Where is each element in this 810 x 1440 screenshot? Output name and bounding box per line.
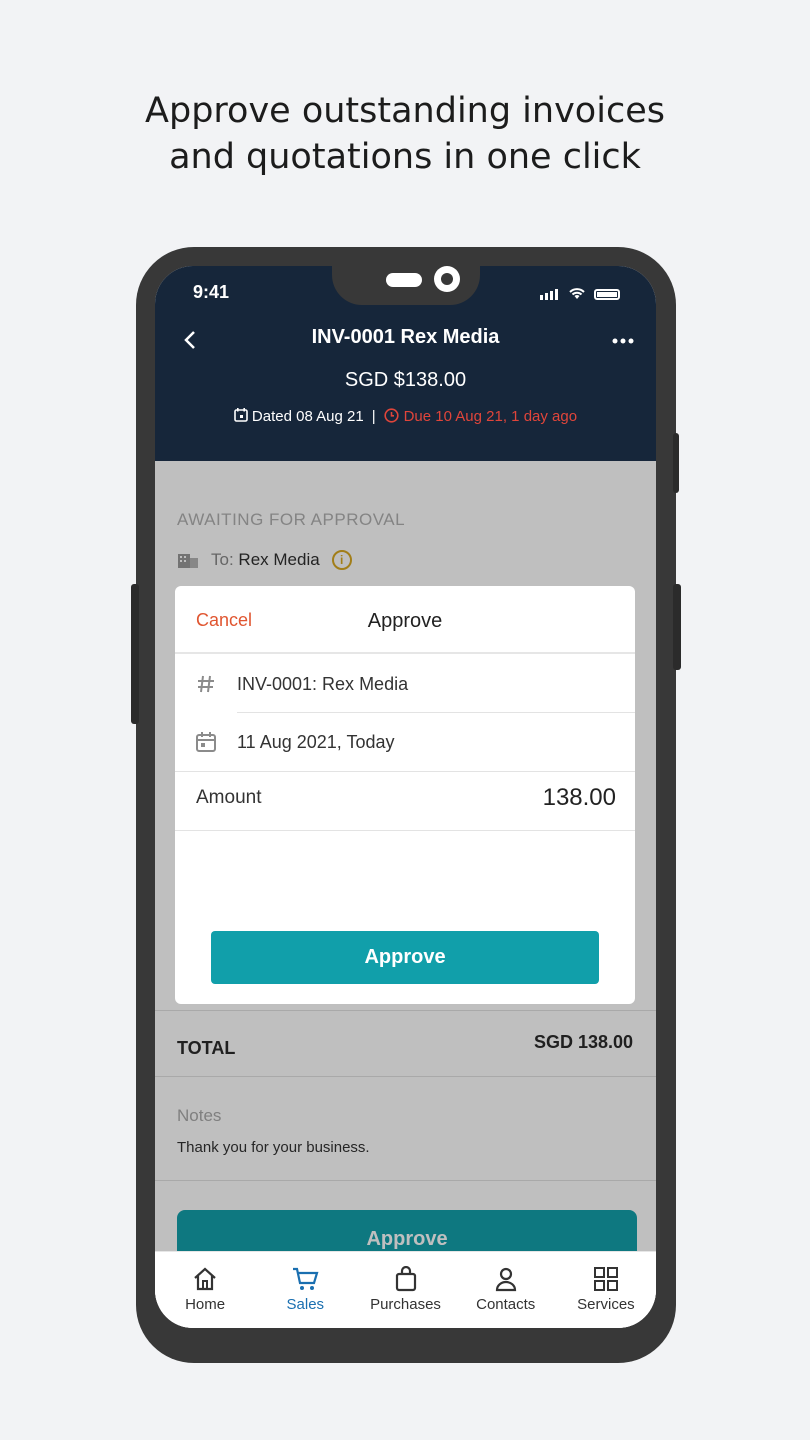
tab-purchases[interactable]: Purchases [355,1252,455,1328]
tab-contacts[interactable]: Contacts [456,1252,556,1328]
invoice-dates: Dated 08 Aug 21 | Due 10 Aug 21, 1 day ag… [155,408,656,425]
home-icon [194,1267,216,1291]
cart-icon [293,1267,319,1290]
more-options-button[interactable] [612,320,634,351]
dialog-header: Cancel Approve [175,586,635,654]
tab-contacts-label: Contacts [476,1296,536,1313]
dates-separator: | [371,408,376,425]
more-dots-icon [612,338,634,344]
dialog-title: Approve [367,610,443,632]
battery-icon [594,289,620,300]
date-row[interactable]: 11 Aug 2021, Today [175,713,635,771]
reference-row: INV-0001: Rex Media [175,655,635,713]
marketing-headline: Approve outstanding invoices and quotati… [0,88,810,180]
clock-icon [383,408,399,423]
phone-side-button-right [673,584,681,670]
camera-icon [434,266,460,292]
phone-screen: 9:41 INV-0001 Rex Media SGD $138.00 Date… [155,266,656,1328]
bottom-tab-bar: Home Sales Purchases Contacts Services [155,1251,656,1328]
due-text: Due 10 Aug 21, 1 day ago [403,408,578,425]
speaker-icon [386,273,422,287]
tab-home-label: Home [185,1296,226,1313]
phone-side-button-right-top [673,433,679,493]
divider [175,771,635,772]
date-text: 11 Aug 2021, Today [237,731,395,752]
reference-text: INV-0001: Rex Media [237,673,409,694]
divider [175,830,635,831]
signal-icon [540,282,560,300]
hash-icon [175,674,237,694]
tab-sales-label: Sales [286,1296,325,1313]
tab-services[interactable]: Services [556,1252,656,1328]
calendar-icon [175,731,237,753]
headline-line-2: and quotations in one click [169,137,641,177]
tab-home[interactable]: Home [155,1252,255,1328]
calendar-icon [234,408,248,422]
bag-icon [395,1266,416,1292]
invoice-amount: SGD $138.00 [344,369,467,391]
amount-label: Amount [196,787,262,808]
phone-side-button-left [131,584,139,724]
status-icons [540,282,620,300]
tab-sales[interactable]: Sales [255,1252,355,1328]
amount-row[interactable]: Amount 138.00 [196,784,616,812]
grid-icon [593,1267,618,1291]
approve-dialog: Cancel Approve INV-0001: Rex Media 11 Au… [175,586,635,1004]
status-time: 9:41 [193,282,230,302]
invoice-title: INV-0001 Rex Media [311,326,500,348]
tab-purchases-label: Purchases [370,1296,441,1313]
dated-text: Dated 08 Aug 21 [251,408,364,425]
headline-line-1: Approve outstanding invoices [145,91,665,131]
person-icon [495,1267,516,1292]
tab-services-label: Services [577,1296,635,1313]
amount-value[interactable]: 138.00 [543,784,616,812]
wifi-icon [569,288,585,299]
approve-button[interactable]: Approve [211,931,599,984]
